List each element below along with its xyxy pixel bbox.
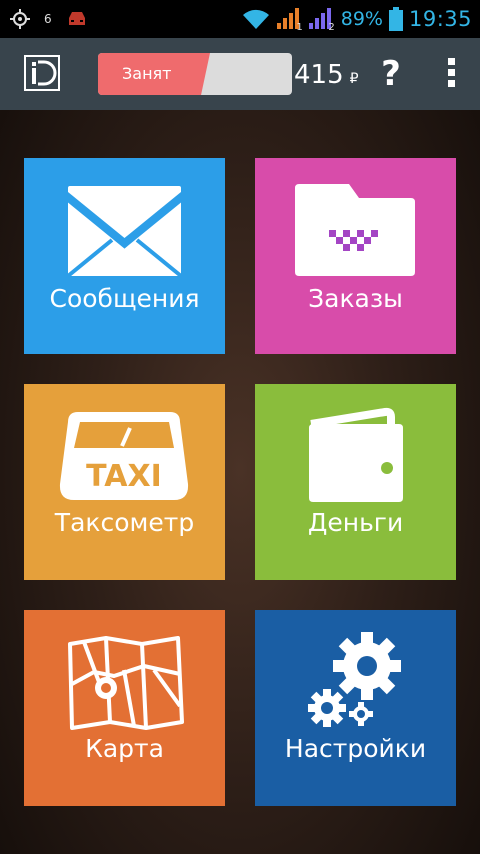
sim1-signal: 1 [276,7,303,33]
sim1-label: 1 [296,22,303,33]
sim2-label: 2 [328,22,335,33]
tile-taximeter[interactable]: TAXI Таксометр [24,384,225,580]
balance-amount: 415 [294,60,344,90]
envelope-icon [66,186,183,278]
currency-sign: ₽ [349,71,359,87]
tile-orders[interactable]: Заказы [255,158,456,354]
map-icon [68,636,184,730]
notification-counter: 6 [44,12,52,26]
status-bar: 6 1 2 89% 19:35 [0,0,480,38]
driver-status-toggle[interactable]: Занят [98,53,292,95]
wallet-icon [309,407,403,502]
tile-settings-label: Настройки [284,734,427,763]
help-button[interactable]: ? [376,52,406,96]
gears-icon [308,632,401,727]
tile-money-label: Деньги [307,508,404,537]
tile-map[interactable]: Карта [24,610,225,806]
tile-taximeter-label: Таксометр [54,508,195,537]
tile-messages-label: Сообщения [49,284,200,313]
driver-status-label: Занят [122,64,172,83]
battery-icon [388,7,403,31]
tile-orders-label: Заказы [308,284,403,313]
taxi-text: TAXI [86,459,162,494]
taximeter-icon: TAXI [59,412,189,500]
balance: 415 ₽ [294,54,359,96]
gps-icon [10,9,30,29]
car-icon [68,12,85,25]
app-logo-icon[interactable] [24,55,60,91]
overflow-menu-icon[interactable] [440,54,462,94]
clock: 19:35 [408,7,472,31]
wifi-icon [242,9,269,29]
tile-messages[interactable]: Сообщения [24,158,225,354]
tile-settings[interactable]: Настройки [255,610,456,806]
tile-map-label: Карта [85,734,164,763]
folder-icon [295,184,415,276]
tile-money[interactable]: Деньги [255,384,456,580]
sim2-signal: 2 [308,7,335,33]
battery-percent: 89% [340,8,383,30]
